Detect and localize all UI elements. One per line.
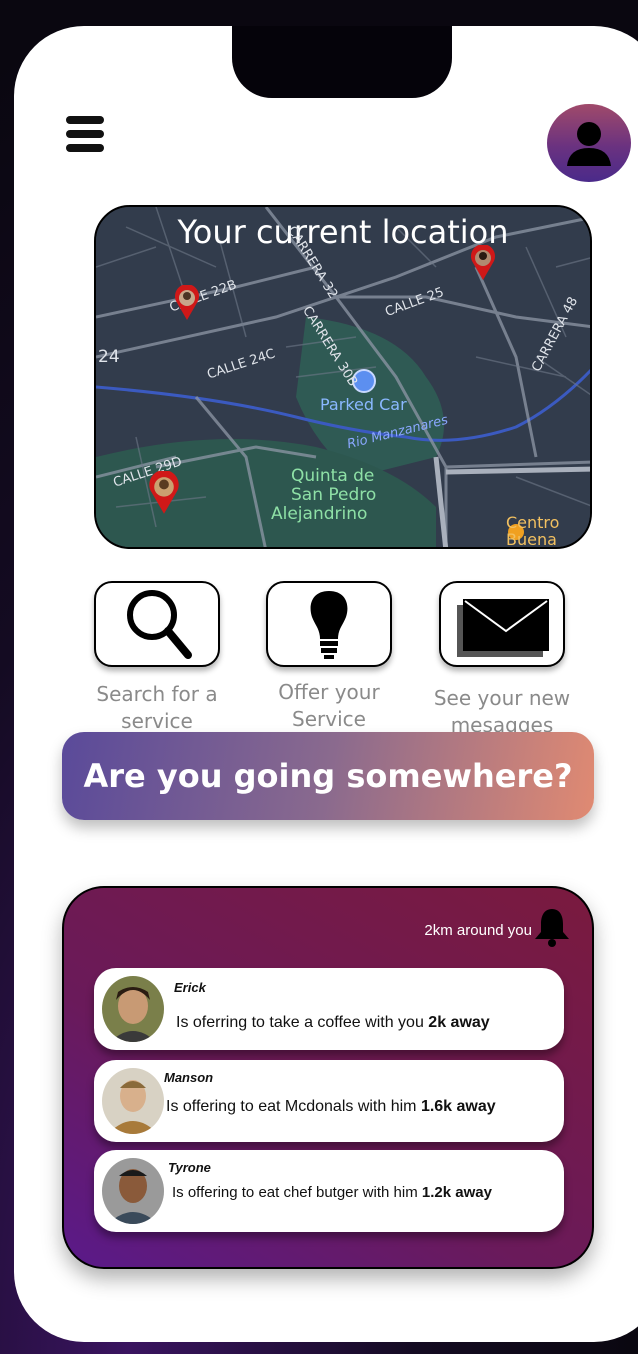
search-service-label: Search for a service xyxy=(92,681,222,735)
offer-service-button[interactable]: Offer your Service xyxy=(264,581,394,733)
label-line: See your new xyxy=(433,686,571,710)
lightbulb-icon xyxy=(310,591,348,659)
street-label: 24 xyxy=(98,347,120,367)
map-title: Your current location xyxy=(177,213,509,251)
centro-line: Centro xyxy=(506,513,560,532)
messages-button[interactable]: See your new mesagges xyxy=(432,581,572,739)
nearby-offers-card: 2km around you Erick Is oferring to take… xyxy=(62,886,594,1269)
user-name: Manson xyxy=(164,1070,214,1085)
user-name: Tyrone xyxy=(168,1160,211,1175)
user-avatar xyxy=(102,1068,164,1134)
offer-service-label: Offer your Service xyxy=(264,679,394,733)
user-avatar xyxy=(102,1158,164,1224)
hamburger-menu-icon[interactable] xyxy=(66,116,104,152)
offer-message: Is offering to eat Mcdonals with him xyxy=(166,1098,421,1115)
offer-distance: 1.2k away xyxy=(421,1184,492,1201)
search-service-button[interactable]: Search for a service xyxy=(92,581,222,735)
poi-line: San Pedro xyxy=(291,485,377,505)
bell-icon[interactable] xyxy=(532,906,572,948)
messages-box[interactable] xyxy=(439,581,565,667)
search-service-box[interactable] xyxy=(94,581,220,667)
notch xyxy=(232,26,452,98)
parked-car-label: Parked Car xyxy=(320,395,407,414)
radius-label: 2km around you xyxy=(424,922,532,939)
profile-avatar-button[interactable] xyxy=(547,104,631,182)
map-pin-icon[interactable] xyxy=(470,245,496,281)
offer-distance: 1.6k away xyxy=(420,1098,496,1115)
poi-line: Quinta de xyxy=(291,466,375,486)
label-line: service xyxy=(121,709,193,733)
offer-distance: 2k away xyxy=(428,1014,490,1031)
offer-item-tyrone[interactable]: Tyrone Is offering to eat chef butger wi… xyxy=(94,1150,564,1232)
offer-item-manson[interactable]: Manson Is offering to eat Mcdonals with … xyxy=(94,1060,564,1142)
offer-text: Is offering to eat Mcdonals with him 1.6… xyxy=(166,1098,496,1116)
offer-message: Is oferring to take a coffee with you xyxy=(176,1014,429,1031)
centro-line: Buena xyxy=(506,530,557,549)
user-name: Erick xyxy=(174,980,206,995)
poi-label: Quinta de San Pedro Alejandrino xyxy=(271,467,376,524)
centro-label: Centro Buena xyxy=(506,513,560,549)
offer-message: Is offering to eat chef butger with him xyxy=(172,1184,422,1201)
user-silhouette-icon xyxy=(567,122,611,166)
poi-line: Alejandrino xyxy=(271,504,368,524)
location-map[interactable]: Your current location CALLE 22B CARRERA … xyxy=(94,205,592,549)
map-pin-icon[interactable] xyxy=(174,285,200,321)
offer-item-erick[interactable]: Erick Is oferring to take a coffee with … xyxy=(94,968,564,1050)
user-avatar xyxy=(102,976,164,1042)
mail-icon xyxy=(457,599,549,657)
offer-service-box[interactable] xyxy=(266,581,392,667)
messages-label: See your new mesagges xyxy=(432,685,572,739)
label-line: Offer your xyxy=(278,680,380,704)
label-line: Service xyxy=(292,707,366,731)
label-line: Search for a xyxy=(96,682,218,706)
map-pin-icon[interactable] xyxy=(148,471,180,515)
offer-text: Is oferring to take a coffee with you 2k… xyxy=(176,1014,490,1032)
offer-text: Is offering to eat chef butger with him … xyxy=(172,1184,492,1201)
search-icon xyxy=(127,590,192,659)
going-somewhere-button[interactable]: Are you going somewhere? xyxy=(62,732,594,820)
phone-screen: Your current location CALLE 22B CARRERA … xyxy=(14,26,638,1342)
